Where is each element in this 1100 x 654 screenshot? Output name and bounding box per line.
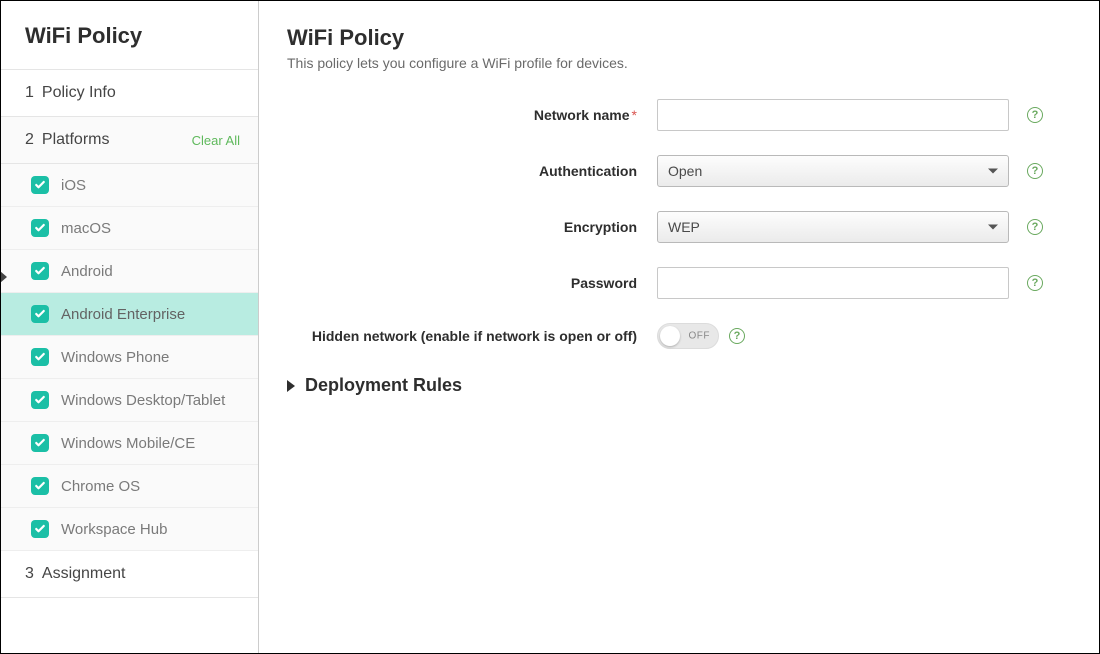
page-title: WiFi Policy: [287, 25, 1071, 51]
step-assignment[interactable]: 3 Assignment: [1, 551, 258, 598]
help-icon[interactable]: ?: [1027, 219, 1043, 235]
help-icon[interactable]: ?: [1027, 163, 1043, 179]
platform-label: Chrome OS: [61, 478, 140, 495]
deployment-rules-toggle[interactable]: Deployment Rules: [287, 375, 1071, 396]
platform-item-ios[interactable]: iOS: [1, 164, 258, 207]
network-name-input[interactable]: [657, 99, 1009, 131]
platform-item-macos[interactable]: macOS: [1, 207, 258, 250]
platform-item-windows-phone[interactable]: Windows Phone: [1, 336, 258, 379]
platform-item-android[interactable]: Android: [1, 250, 258, 293]
label-hidden-network: Hidden network (enable if network is ope…: [287, 328, 657, 344]
form-row-encryption: Encryption WEP ?: [287, 211, 1071, 243]
label-network-name: Network name*: [287, 107, 657, 123]
select-value: Open: [668, 163, 702, 179]
checkbox-checked-icon[interactable]: [31, 434, 49, 452]
label-authentication: Authentication: [287, 163, 657, 179]
step-platforms[interactable]: 2 Platforms Clear All: [1, 117, 258, 164]
form-row-password: Password ?: [287, 267, 1071, 299]
platform-item-android-enterprise[interactable]: Android Enterprise: [1, 293, 258, 336]
checkbox-checked-icon[interactable]: [31, 348, 49, 366]
label-password: Password: [287, 275, 657, 291]
sidebar-scroll-area[interactable]: 1 Policy Info 2 Platforms Clear All iOS …: [1, 70, 258, 653]
step-number: 3: [25, 565, 34, 583]
checkbox-checked-icon[interactable]: [31, 176, 49, 194]
checkbox-checked-icon[interactable]: [31, 305, 49, 323]
app-frame: WiFi Policy 1 Policy Info 2 Platforms Cl…: [0, 0, 1100, 654]
platform-label: Workspace Hub: [61, 521, 167, 538]
checkbox-checked-icon[interactable]: [31, 262, 49, 280]
checkbox-checked-icon[interactable]: [31, 219, 49, 237]
form-row-authentication: Authentication Open ?: [287, 155, 1071, 187]
form-row-hidden-network: Hidden network (enable if network is ope…: [287, 323, 1071, 349]
caret-down-icon: [988, 225, 998, 230]
authentication-select[interactable]: Open: [657, 155, 1009, 187]
platform-item-windows-desktop-tablet[interactable]: Windows Desktop/Tablet: [1, 379, 258, 422]
step-number: 2: [25, 131, 34, 149]
section-title: Deployment Rules: [305, 375, 462, 396]
platform-label: iOS: [61, 177, 86, 194]
platform-label: Android Enterprise: [61, 306, 185, 323]
selected-row-indicator-icon: [0, 271, 7, 283]
help-icon[interactable]: ?: [729, 328, 745, 344]
checkbox-checked-icon[interactable]: [31, 520, 49, 538]
main-content: WiFi Policy This policy lets you configu…: [259, 1, 1099, 653]
label-text: Network name: [534, 107, 630, 123]
select-value: WEP: [668, 219, 700, 235]
label-encryption: Encryption: [287, 219, 657, 235]
sidebar-title: WiFi Policy: [1, 1, 258, 70]
platform-label: Windows Mobile/CE: [61, 435, 195, 452]
disclosure-right-icon: [287, 380, 295, 392]
platform-label: Windows Phone: [61, 349, 169, 366]
platform-item-windows-mobile-ce[interactable]: Windows Mobile/CE: [1, 422, 258, 465]
checkbox-checked-icon[interactable]: [31, 391, 49, 409]
toggle-knob-icon: [660, 326, 680, 346]
checkbox-checked-icon[interactable]: [31, 477, 49, 495]
help-icon[interactable]: ?: [1027, 275, 1043, 291]
encryption-select[interactable]: WEP: [657, 211, 1009, 243]
platform-label: Android: [61, 263, 113, 280]
step-number: 1: [25, 84, 34, 102]
step-label: Platforms: [42, 131, 110, 149]
step-label: Assignment: [42, 565, 126, 583]
step-policy-info[interactable]: 1 Policy Info: [1, 70, 258, 117]
platform-item-workspace-hub[interactable]: Workspace Hub: [1, 508, 258, 551]
form-row-network-name: Network name* ?: [287, 99, 1071, 131]
sidebar: WiFi Policy 1 Policy Info 2 Platforms Cl…: [1, 1, 259, 653]
caret-down-icon: [988, 169, 998, 174]
platform-label: Windows Desktop/Tablet: [61, 392, 225, 409]
platform-item-chrome-os[interactable]: Chrome OS: [1, 465, 258, 508]
page-subtitle: This policy lets you configure a WiFi pr…: [287, 55, 1071, 71]
platform-label: macOS: [61, 220, 111, 237]
clear-all-link[interactable]: Clear All: [192, 133, 240, 148]
password-input[interactable]: [657, 267, 1009, 299]
required-asterisk-icon: *: [632, 107, 637, 123]
help-icon[interactable]: ?: [1027, 107, 1043, 123]
step-label: Policy Info: [42, 84, 116, 102]
toggle-state-label: OFF: [689, 331, 711, 342]
hidden-network-toggle[interactable]: OFF: [657, 323, 719, 349]
